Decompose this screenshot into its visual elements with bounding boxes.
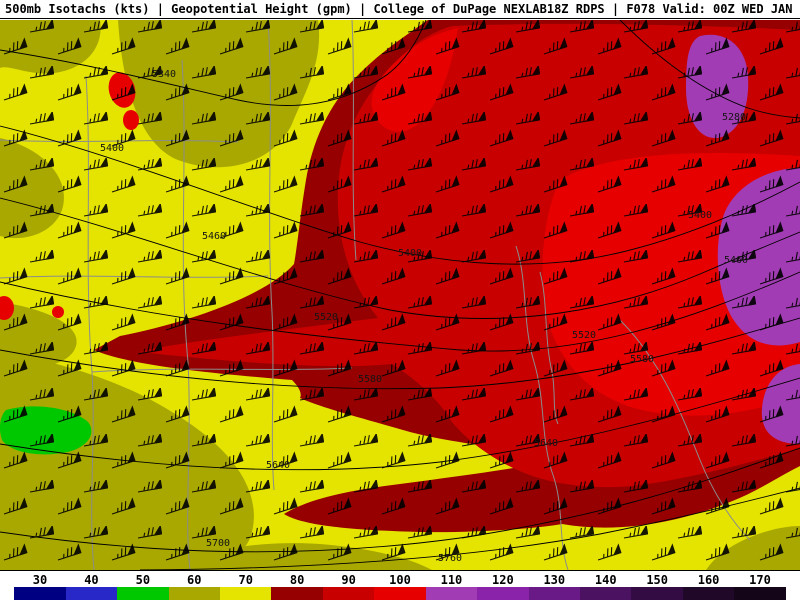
scale-color-segment <box>168 587 220 600</box>
map-svg: 5340 5400 5460 5400 5520 5520 5580 5580 5640 5640… <box>0 19 800 571</box>
scale-tick-label: 40 <box>84 573 99 587</box>
height-contour-label: 5640 <box>534 438 558 449</box>
isotach-color-scale: 30 40 50 60 70 80 90 100 110 120 130 140 150 160 170 <box>0 570 800 600</box>
scale-tick-label: 30 <box>32 573 48 587</box>
scale-tick-label: 110 <box>440 573 463 587</box>
height-contour-label: 5580 <box>358 374 382 385</box>
height-contour-label: 5460 <box>202 231 226 242</box>
height-contour-label: 5520 <box>572 330 596 341</box>
valid-time: 18Z RDPS | F078 Valid: 00Z WED JAN 21 20… <box>546 2 800 16</box>
height-contour-label: 5340 <box>152 69 176 80</box>
scale-color-segment <box>14 587 66 600</box>
scale-tick-label: 150 <box>646 573 668 587</box>
height-contour-label: 5520 <box>314 312 338 323</box>
height-contour-label: 5280 <box>722 112 746 123</box>
scale-color-segment <box>117 587 169 600</box>
scale-tick-label: 70 <box>238 573 253 587</box>
scale-tick-label: 130 <box>543 573 566 587</box>
scale-tick-label: 60 <box>187 573 202 587</box>
scale-tick-label: 120 <box>492 573 514 587</box>
scale-color-segment <box>528 587 580 600</box>
scale-color-segment <box>322 587 375 600</box>
product-title: 500mb Isotachs (kts) | Geopotential Heig… <box>5 2 547 16</box>
scale-color-segment <box>220 587 272 600</box>
scale-color-segment <box>734 587 786 600</box>
scale-tick-label: 90 <box>341 573 356 587</box>
height-contour-label: 5400 <box>100 143 124 154</box>
scale-tick-label: 50 <box>135 573 151 587</box>
scale-tick-label: 80 <box>289 573 305 587</box>
wind-barbs-layer <box>0 20 800 570</box>
scale-tick-label: 170 <box>749 573 771 587</box>
height-contour-label: 5400 <box>688 210 712 221</box>
scale-tick-label: 160 <box>697 573 720 587</box>
height-contour-label: 5460 <box>724 255 748 266</box>
scale-color-segment <box>580 587 632 600</box>
title-bar: 500mb Isotachs (kts) | Geopotential Heig… <box>0 0 800 19</box>
weather-map: 5340 5400 5460 5400 5520 5520 5580 5580 5640 5640… <box>0 19 800 571</box>
scale-color-segment <box>425 587 478 600</box>
scale-color-segment <box>631 587 683 600</box>
scale-tick-label: 140 <box>594 573 617 587</box>
height-contour-label: 5700 <box>206 538 230 549</box>
scale-color-segment <box>374 587 426 600</box>
height-contour-label: 5580 <box>630 354 654 365</box>
height-contour-label: 5760 <box>438 553 462 564</box>
height-contour-label: 5400 <box>398 248 422 259</box>
scale-color-segment <box>682 587 735 600</box>
scale-color-segment <box>65 587 118 600</box>
scale-color-segment <box>477 587 529 600</box>
scale-color-segment <box>271 587 323 600</box>
scale-tick-label: 100 <box>389 573 411 587</box>
height-contour-label: 5640 <box>266 460 290 471</box>
